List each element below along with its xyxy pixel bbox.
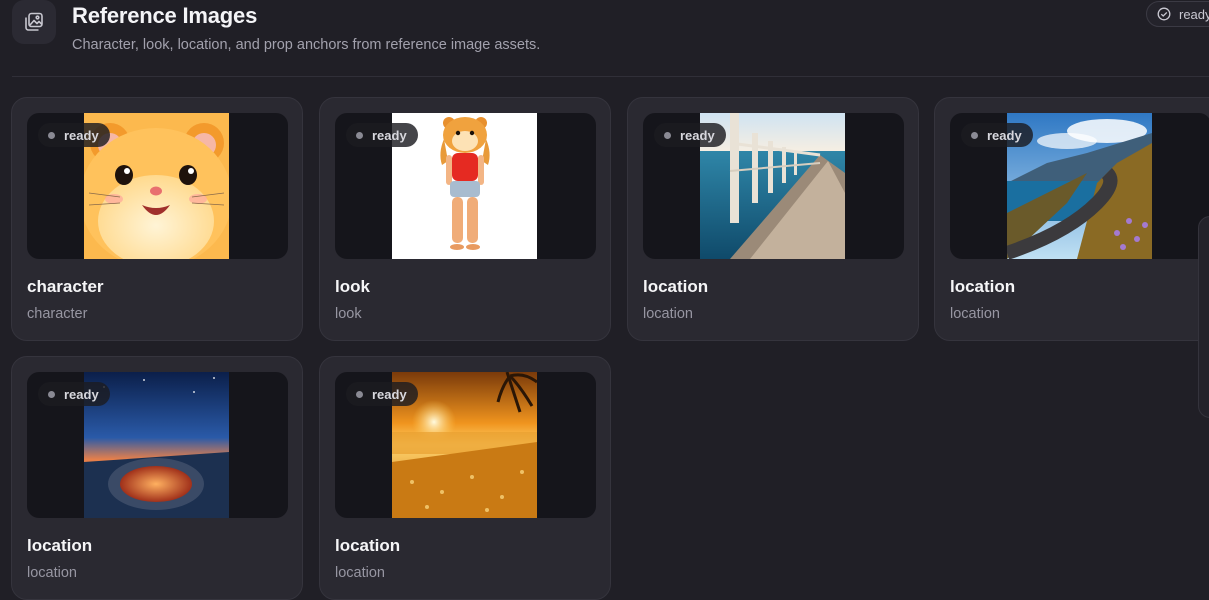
card-subtitle: location <box>27 565 77 581</box>
status-dot <box>48 131 55 139</box>
card-subtitle: look <box>335 306 362 322</box>
status-badge: ready <box>654 123 726 147</box>
status-text: ready <box>1179 6 1209 22</box>
status-dot <box>356 131 363 139</box>
card-title: location <box>643 277 709 296</box>
card-subtitle: location <box>950 306 1000 322</box>
card-title: look <box>335 277 370 296</box>
badge-label: ready <box>680 127 715 143</box>
card-subtitle: location <box>643 306 693 322</box>
card-title: location <box>335 536 401 555</box>
card-thumbnail[interactable]: ready <box>27 372 288 518</box>
status-badge: ready <box>961 123 1033 147</box>
status-badge: ready <box>346 123 418 147</box>
card-title: location <box>950 277 1016 296</box>
status-dot <box>971 131 978 139</box>
image-gallery-icon <box>12 0 56 44</box>
reference-card[interactable]: ready location location <box>11 356 303 600</box>
reference-card[interactable]: ready location location <box>934 97 1209 341</box>
card-title: location <box>27 536 93 555</box>
header-divider <box>12 76 1209 77</box>
page-title: Reference Images <box>72 3 258 28</box>
status-dot <box>356 390 363 398</box>
page-subtitle: Character, look, location, and prop anch… <box>72 37 541 53</box>
status-dot <box>664 131 671 139</box>
card-subtitle: character <box>27 306 88 322</box>
card-thumbnail[interactable]: ready <box>950 113 1209 259</box>
badge-label: ready <box>987 127 1022 143</box>
badge-label: ready <box>64 386 99 402</box>
status-badge: ready <box>38 123 110 147</box>
reference-card[interactable]: ready character character <box>11 97 303 341</box>
check-circle-icon <box>1157 7 1171 21</box>
reference-card[interactable]: ready look look <box>319 97 611 341</box>
reference-card[interactable]: ready location location <box>319 356 611 600</box>
card-thumbnail[interactable]: ready <box>27 113 288 259</box>
card-thumbnail[interactable]: ready <box>643 113 904 259</box>
status-badge: ready <box>346 382 418 406</box>
card-thumbnail[interactable]: ready <box>335 113 596 259</box>
side-panel[interactable] <box>1198 216 1209 418</box>
card-subtitle: location <box>335 565 385 581</box>
badge-label: ready <box>64 127 99 143</box>
reference-card[interactable]: ready location location <box>627 97 919 341</box>
card-thumbnail[interactable]: ready <box>335 372 596 518</box>
status-pill[interactable]: ready <box>1146 1 1209 27</box>
status-badge: ready <box>38 382 110 406</box>
card-title: character <box>27 277 104 296</box>
badge-label: ready <box>372 127 407 143</box>
badge-label: ready <box>372 386 407 402</box>
status-dot <box>48 390 55 398</box>
